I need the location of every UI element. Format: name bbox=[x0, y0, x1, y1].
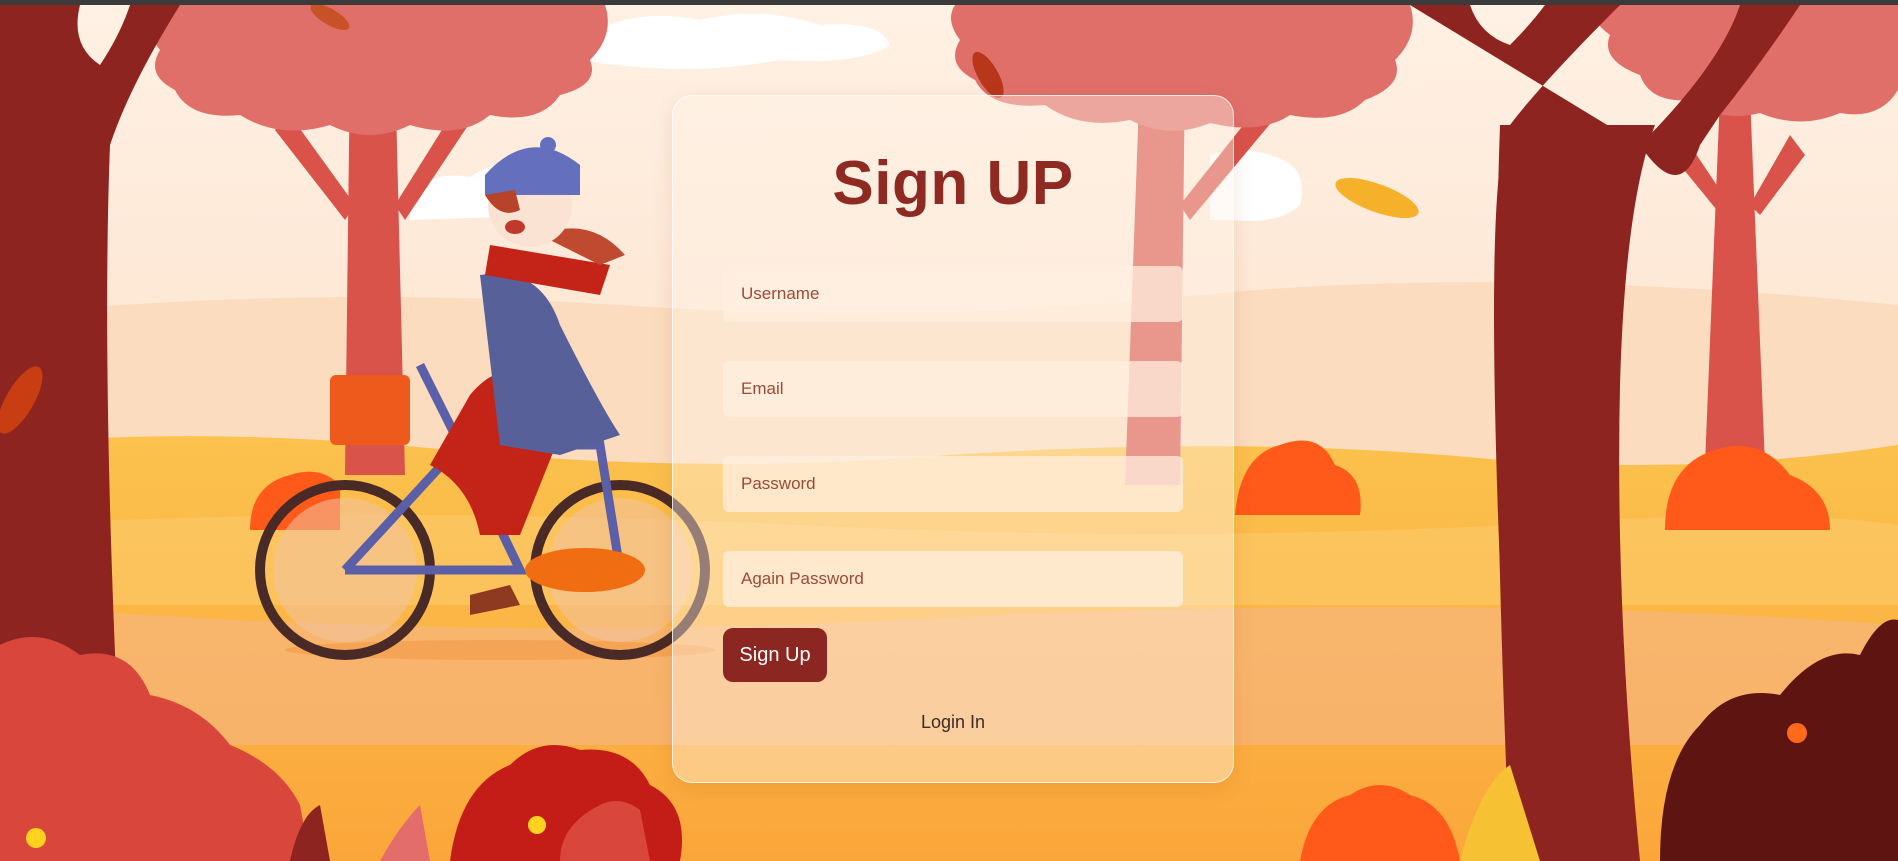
sign-up-button[interactable]: Sign Up bbox=[723, 628, 827, 682]
signup-card: Sign UP Sign Up Login In bbox=[672, 95, 1234, 783]
password-input[interactable] bbox=[723, 456, 1183, 512]
email-input[interactable] bbox=[723, 361, 1183, 417]
page-title: Sign UP bbox=[832, 149, 1074, 218]
login-link[interactable]: Login In bbox=[673, 712, 1233, 733]
again-password-input[interactable] bbox=[723, 551, 1183, 607]
username-input[interactable] bbox=[723, 266, 1183, 322]
